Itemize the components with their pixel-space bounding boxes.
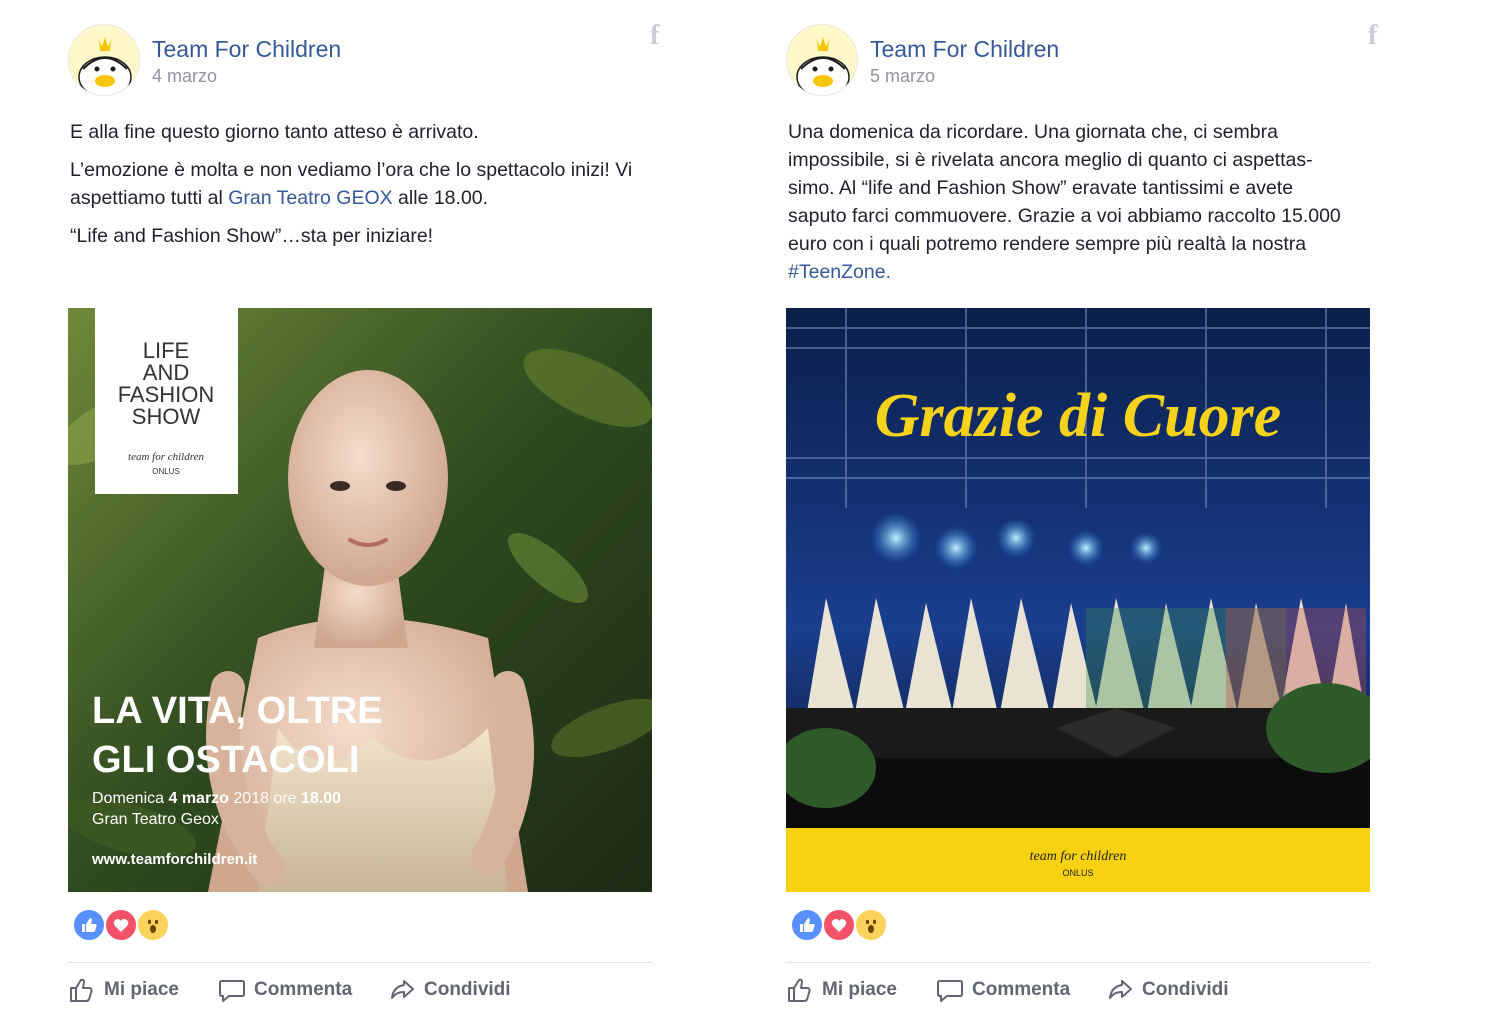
like-button[interactable]: Mi piace	[68, 972, 179, 1008]
image-headline: GLI OSTACOLI	[92, 739, 359, 781]
image-headline: Grazie di Cuore	[875, 382, 1281, 450]
divider	[786, 962, 1370, 963]
wow-reaction-icon	[136, 908, 170, 942]
event-datetime: Domenica 4 marzo 2018 ore 18.00	[92, 790, 341, 807]
duck-logo-icon	[69, 25, 139, 95]
post-paragraph-text: alle 18.00.	[392, 187, 489, 209]
like-button[interactable]: Mi piace	[786, 972, 897, 1008]
badge-line: SHOW	[132, 404, 201, 429]
like-label: Mi piace	[822, 979, 897, 1000]
reactions-summary[interactable]	[790, 906, 900, 946]
comment-label: Commenta	[254, 979, 353, 1000]
post-paragraph: “Life and Fashion Show”…sta per iniziare…	[70, 225, 434, 247]
page-avatar[interactable]	[68, 24, 140, 96]
like-reaction-icon	[790, 908, 824, 942]
divider	[68, 962, 652, 963]
venue-link[interactable]: Gran Teatro GEOX	[228, 187, 392, 209]
comment-icon	[937, 980, 963, 1002]
comment-button[interactable]: Commenta	[218, 972, 352, 1008]
love-reaction-icon	[104, 908, 138, 942]
love-reaction-icon	[822, 908, 856, 942]
comment-icon	[219, 980, 245, 1002]
banner-logo-sub: ONLUS	[1062, 868, 1093, 878]
share-icon	[391, 980, 414, 999]
duck-logo-icon	[787, 25, 857, 95]
website-text: www.teamforchildren.it	[91, 851, 257, 868]
post-card: Team For Children 5 marzo f Una domenica…	[786, 0, 1386, 1021]
post-paragraph: L’emozione è molta e non vediamo l’ora c…	[70, 156, 660, 212]
post-image[interactable]: Grazie di Cuore team for children ONLUS	[786, 308, 1370, 892]
comment-label: Commenta	[972, 979, 1071, 1000]
page-avatar[interactable]	[786, 24, 858, 96]
post-actions: Mi piace Commenta Condividi	[68, 972, 652, 1008]
like-icon	[70, 978, 93, 1002]
wow-reaction-icon	[854, 908, 888, 942]
image-headline: LA VITA, OLTRE	[92, 690, 383, 732]
post-author[interactable]: Team For Children	[870, 36, 1059, 63]
badge-logo: team for children	[128, 451, 204, 463]
share-label: Condividi	[424, 979, 511, 1000]
post-paragraph-text: Una domenica da ricordare. Una giornata …	[788, 121, 1341, 255]
share-button[interactable]: Condividi	[1106, 972, 1229, 1008]
share-icon	[1109, 980, 1132, 999]
like-label: Mi piace	[104, 979, 179, 1000]
post-paragraph: Una domenica da ricordare. Una giornata …	[788, 118, 1348, 286]
post-date[interactable]: 5 marzo	[870, 66, 935, 87]
comment-button[interactable]: Commenta	[936, 972, 1070, 1008]
post-text: E alla fine questo giorno tanto atteso è…	[70, 118, 660, 260]
post-date[interactable]: 4 marzo	[152, 66, 217, 87]
post-image[interactable]: LIFE AND FASHION SHOW team for children …	[68, 308, 652, 892]
like-reaction-icon	[72, 908, 106, 942]
post-actions: Mi piace Commenta Condividi	[786, 972, 1370, 1008]
event-venue: Gran Teatro Geox	[92, 811, 219, 828]
facebook-icon[interactable]: f	[1368, 22, 1386, 50]
hashtag-link[interactable]: #TeenZone.	[788, 261, 891, 283]
like-icon	[788, 978, 811, 1002]
badge-logo-sub: ONLUS	[152, 467, 180, 476]
facebook-icon[interactable]: f	[650, 22, 668, 50]
post-text: Una domenica da ricordare. Una giornata …	[788, 118, 1348, 296]
share-button[interactable]: Condividi	[388, 972, 511, 1008]
post-paragraph: E alla fine questo giorno tanto atteso è…	[70, 121, 479, 143]
post-author[interactable]: Team For Children	[152, 36, 341, 63]
post-card: Team For Children 4 marzo f E alla fine …	[68, 0, 668, 1021]
banner-logo: team for children	[1030, 849, 1127, 864]
share-label: Condividi	[1142, 979, 1229, 1000]
reactions-summary[interactable]	[72, 906, 182, 946]
